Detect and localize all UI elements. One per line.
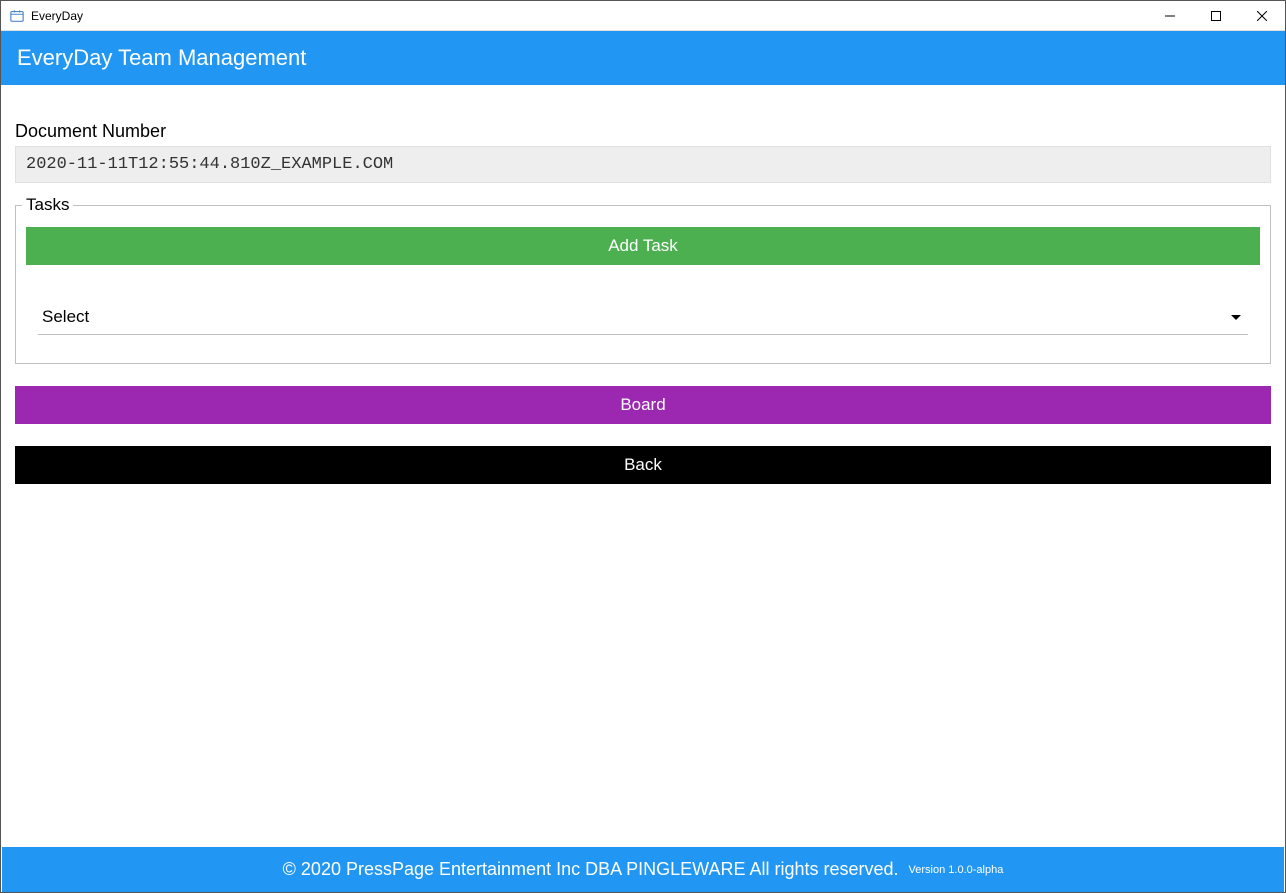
board-button[interactable]: Board: [15, 386, 1271, 424]
tasks-fieldset: Tasks Add Task Select: [15, 195, 1271, 364]
footer: © 2020 PressPage Entertainment Inc DBA P…: [2, 847, 1284, 892]
page-title: EveryDay Team Management: [17, 45, 306, 70]
maximize-button[interactable]: [1193, 1, 1239, 30]
add-task-button[interactable]: Add Task: [26, 227, 1260, 265]
document-number-input[interactable]: [15, 146, 1271, 183]
footer-version: Version 1.0.0-alpha: [909, 864, 1004, 876]
document-number-label: Document Number: [15, 121, 1271, 142]
footer-copyright: © 2020 PressPage Entertainment Inc DBA P…: [283, 859, 899, 880]
window-title: EveryDay: [31, 9, 83, 23]
minimize-button[interactable]: [1147, 1, 1193, 30]
task-select[interactable]: Select: [38, 301, 1248, 335]
app-icon: [9, 8, 25, 24]
window-titlebar: EveryDay: [1, 1, 1285, 31]
page-header: EveryDay Team Management: [1, 31, 1285, 85]
task-select-wrapper: Select: [26, 301, 1260, 335]
tasks-legend: Tasks: [22, 195, 73, 215]
close-button[interactable]: [1239, 1, 1285, 30]
back-button[interactable]: Back: [15, 446, 1271, 484]
content-area: Document Number Tasks Add Task Select Bo…: [1, 85, 1285, 484]
titlebar-left: EveryDay: [9, 8, 83, 24]
window-controls: [1147, 1, 1285, 30]
